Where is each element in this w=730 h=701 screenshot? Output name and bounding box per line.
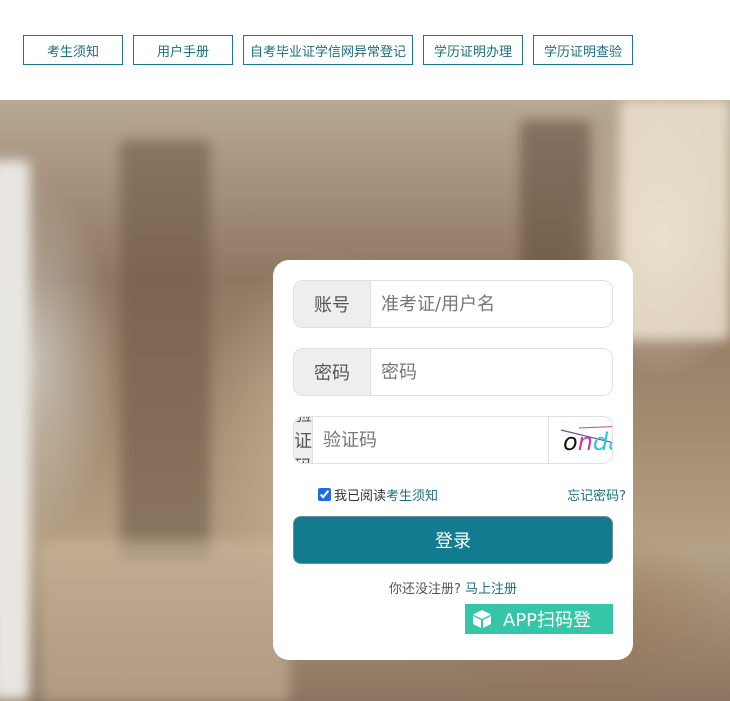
app-qr-login-label: APP扫码登 — [503, 610, 592, 631]
password-input[interactable] — [371, 349, 612, 395]
cube-icon — [473, 610, 491, 628]
svg-text:onda: onda — [563, 428, 613, 456]
blur-shape — [620, 100, 730, 340]
top-bar: 考生须知 用户手册 自考毕业证学信网异常登记 学历证明办理 学历证明查验 — [0, 0, 730, 100]
account-row: 账号 — [293, 280, 613, 328]
agree-terms[interactable]: 我已阅读 考生须知 — [318, 485, 438, 504]
nav-certificate-verification[interactable]: 学历证明查验 — [533, 35, 633, 65]
captcha-char: a — [608, 428, 613, 456]
agree-checkbox[interactable] — [318, 488, 331, 501]
nav-candidate-notice[interactable]: 考生须知 — [23, 35, 123, 65]
app-qr-login-button[interactable]: APP扫码登 — [465, 604, 613, 634]
captcha-graphic: onda — [560, 426, 613, 456]
account-label: 账号 — [294, 281, 371, 327]
captcha-label: 验证码 — [294, 417, 313, 463]
register-text: 你还没注册? — [389, 582, 461, 597]
blur-shape — [120, 140, 210, 560]
blur-shape — [40, 540, 290, 701]
forgot-password-link[interactable]: 忘记密码? — [567, 485, 626, 504]
captcha-char: n — [578, 428, 593, 456]
captcha-char: o — [563, 428, 578, 456]
captcha-char: d — [593, 428, 609, 456]
captcha-row: 验证码 onda — [293, 416, 613, 464]
top-nav: 考生须知 用户手册 自考毕业证学信网异常登记 学历证明办理 学历证明查验 — [23, 35, 633, 65]
nav-user-manual[interactable]: 用户手册 — [133, 35, 233, 65]
password-row: 密码 — [293, 348, 613, 396]
blur-shape — [0, 160, 30, 700]
account-input[interactable] — [371, 281, 612, 327]
nav-diploma-exception-registration[interactable]: 自考毕业证学信网异常登记 — [243, 35, 413, 65]
login-button[interactable]: 登录 — [293, 516, 613, 564]
register-link[interactable]: 马上注册 — [465, 582, 517, 597]
login-card: 账号 密码 验证码 onda 我已阅读考生须知 忘记密码? 登录 你还没注册? 马… — [273, 260, 633, 660]
captcha-image[interactable]: onda — [548, 417, 613, 463]
agree-text: 我已阅读 — [334, 489, 387, 504]
register-prompt: 你还没注册? 马上注册 — [273, 578, 633, 597]
nav-certificate-application[interactable]: 学历证明办理 — [423, 35, 523, 65]
candidate-notice-link[interactable]: 考生须知 — [386, 485, 438, 504]
password-label: 密码 — [294, 349, 371, 395]
captcha-input[interactable] — [313, 417, 548, 463]
